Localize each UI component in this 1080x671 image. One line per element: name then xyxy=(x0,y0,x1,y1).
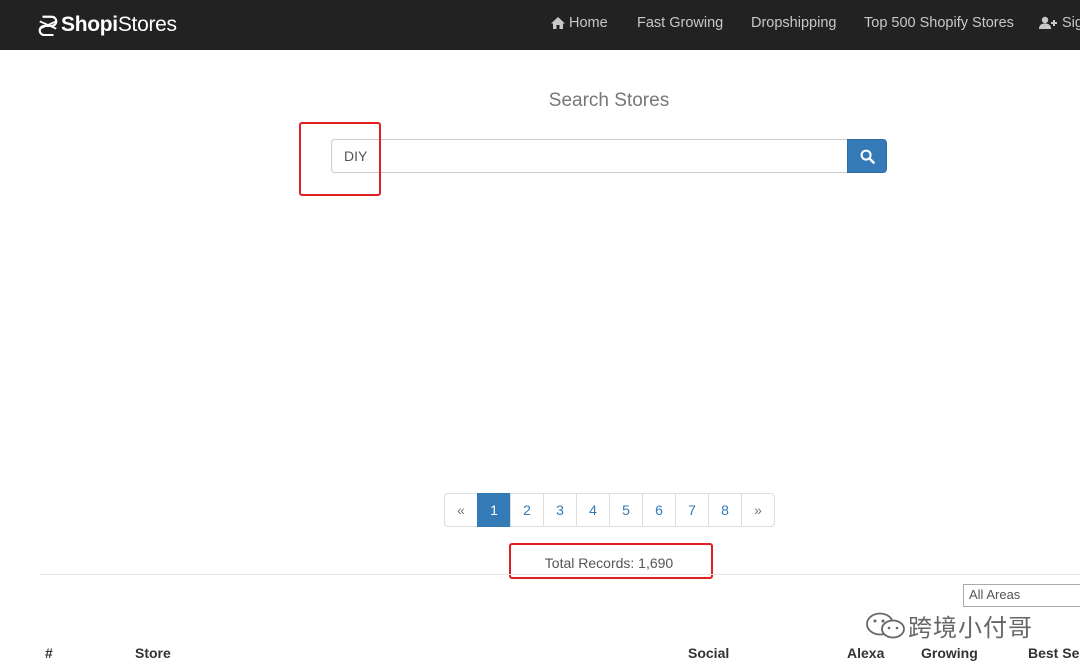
home-icon xyxy=(551,17,565,29)
page-2[interactable]: 2 xyxy=(510,493,544,527)
col-header-best-sellers[interactable]: Best Se xyxy=(1028,645,1079,661)
nav-dropshipping-label: Dropshipping xyxy=(751,15,837,31)
nav-fast-growing-label: Fast Growing xyxy=(637,15,724,31)
search-button[interactable] xyxy=(847,139,887,173)
col-header-store[interactable]: Store xyxy=(135,645,171,661)
top-navbar: ShopiStores Home Fast Growing Dropshippi… xyxy=(0,0,1080,50)
pagination-next[interactable]: » xyxy=(741,493,775,527)
nav-signup-label: Sig xyxy=(1062,15,1080,31)
pagination-prev[interactable]: « xyxy=(444,493,478,527)
nav-home[interactable]: Home xyxy=(550,15,608,31)
page-1[interactable]: 1 xyxy=(477,493,511,527)
search-icon xyxy=(860,149,875,164)
page-8[interactable]: 8 xyxy=(708,493,742,527)
nav-home-label: Home xyxy=(569,15,608,31)
user-plus-icon xyxy=(1039,16,1057,29)
nav-signup[interactable]: Sig xyxy=(1039,15,1080,31)
brand-logo-link[interactable]: ShopiStores xyxy=(37,12,177,38)
shopistores-logo-icon xyxy=(38,15,58,36)
page-6[interactable]: 6 xyxy=(642,493,676,527)
highlight-box-keyword xyxy=(299,122,381,196)
pagination: « 1 2 3 4 5 6 7 8 » xyxy=(444,493,775,527)
col-header-social[interactable]: Social xyxy=(688,645,729,661)
col-header-alexa[interactable]: Alexa xyxy=(847,645,884,661)
watermark: 跨境小付哥 xyxy=(864,608,1033,643)
nav-dropshipping[interactable]: Dropshipping xyxy=(751,15,836,31)
nav-top-500[interactable]: Top 500 Shopify Stores xyxy=(864,15,1014,31)
page-4[interactable]: 4 xyxy=(576,493,610,527)
page-3[interactable]: 3 xyxy=(543,493,577,527)
nav-top-500-label: Top 500 Shopify Stores xyxy=(864,15,1014,31)
divider xyxy=(40,574,1080,575)
area-filter-select[interactable]: All Areas xyxy=(963,584,1080,607)
search-title: Search Stores xyxy=(548,90,670,111)
wechat-icon xyxy=(866,612,905,638)
col-header-index: # xyxy=(45,645,53,661)
search-input[interactable] xyxy=(331,139,847,173)
nav-fast-growing[interactable]: Fast Growing xyxy=(637,15,723,31)
brand-name: ShopiStores xyxy=(61,13,177,36)
page-7[interactable]: 7 xyxy=(675,493,709,527)
col-header-growing[interactable]: Growing xyxy=(921,645,978,661)
watermark-text: 跨境小付哥 xyxy=(908,615,1033,642)
page-5[interactable]: 5 xyxy=(609,493,643,527)
